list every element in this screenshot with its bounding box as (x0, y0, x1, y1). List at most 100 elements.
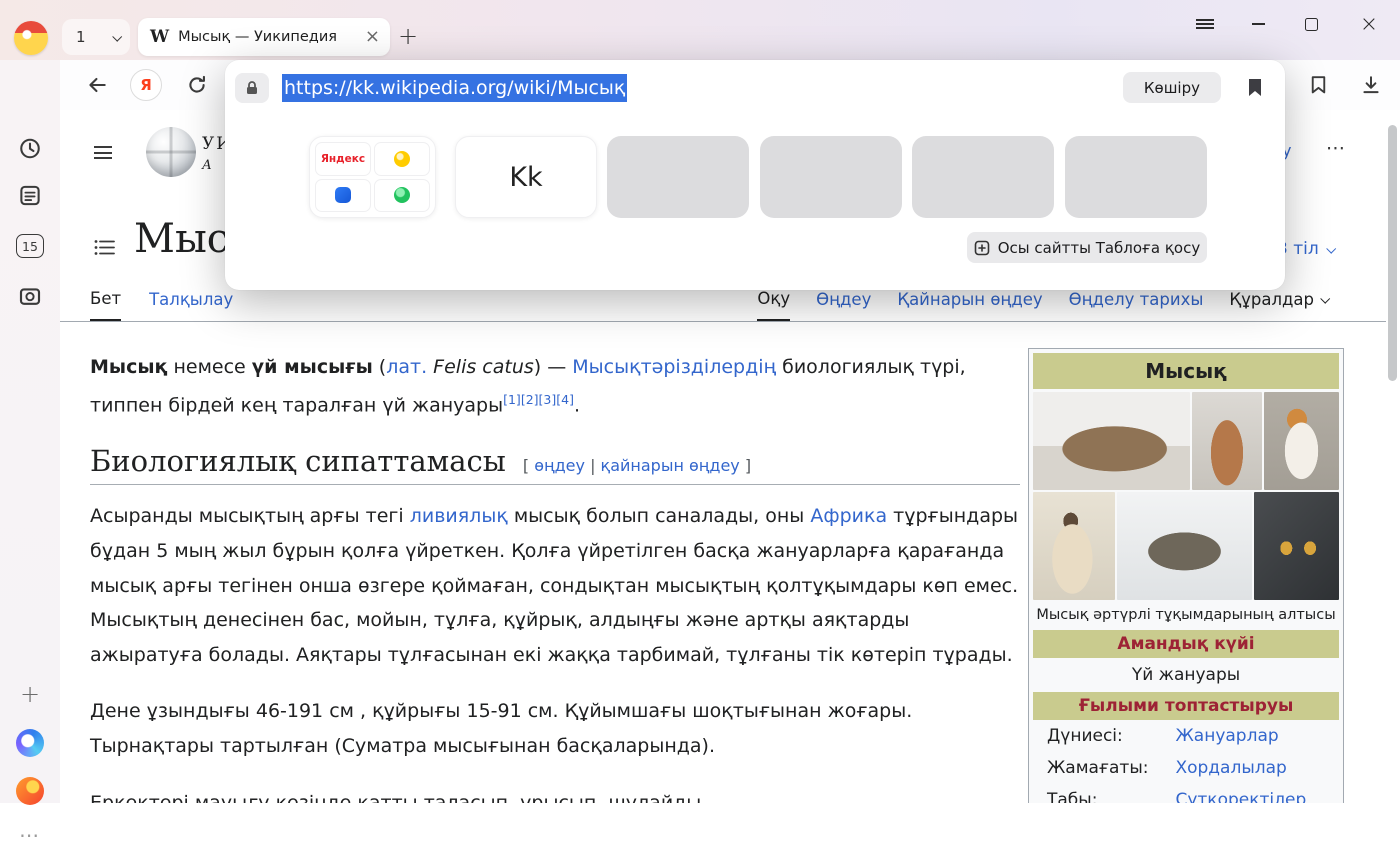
tablo-tile-current-site[interactable]: Kk (455, 136, 597, 218)
tablo-tile-empty[interactable] (1065, 136, 1207, 218)
taxonomy-row: Дүниесі: Жануарлар (1033, 720, 1339, 752)
latin-name: Felis catus (433, 356, 534, 378)
link-kingdom[interactable]: Жануарлар (1175, 726, 1278, 746)
history-icon[interactable] (19, 137, 42, 164)
contents-icon[interactable] (94, 238, 116, 261)
yandex-service-green-icon[interactable] (374, 179, 430, 213)
tab-group-count: 1 (76, 28, 86, 46)
edit-source-link[interactable]: қайнарын өңдеу (601, 456, 740, 475)
tab-counter-badge[interactable]: 15 (16, 234, 44, 258)
profile-avatar[interactable] (14, 21, 48, 55)
collections-icon[interactable] (1308, 74, 1329, 99)
wikipedia-logo[interactable] (146, 127, 196, 177)
chevron-down-icon (112, 31, 122, 41)
body-paragraph: Асыранды мысықтың арғы тегі ливиялық мыс… (90, 499, 1020, 672)
minimize-button[interactable] (1250, 12, 1266, 36)
cat-photo-snow-tabby[interactable] (1117, 492, 1253, 600)
reference-links: [1][2][3][4] (503, 389, 574, 408)
infobox-status-header: Амандық күйі (1033, 630, 1339, 658)
copy-url-button[interactable]: Көшіру (1123, 72, 1221, 103)
taxonomy-row: Табы: Сүтқоректілер (1033, 784, 1339, 803)
close-window-button[interactable]: × (1359, 12, 1379, 36)
link-felidae[interactable]: Мысықтәрізділердің (572, 356, 776, 378)
address-bar-panel: https://kk.wikipedia.org/wiki/Мысық Көші… (225, 60, 1285, 290)
browser-tab[interactable]: W Мысық — Уикипедия × (138, 18, 390, 56)
tab-title: Мысық — Уикипедия (178, 29, 357, 45)
tab-page[interactable]: Бет (90, 278, 121, 321)
wikipedia-tagline: А (202, 158, 212, 173)
lock-icon[interactable] (235, 73, 269, 103)
alice-assistant-icon[interactable] (16, 729, 44, 757)
browser-menu-icon[interactable] (1196, 12, 1214, 36)
section-heading: Биологиялық сипаттамасы (90, 444, 506, 478)
body-paragraph: Дене ұзындығы 46-191 см , құйрығы 15-91 … (90, 694, 1020, 763)
lead-paragraph: Мысық немесе үй мысығы (лат. Felis catus… (90, 350, 1020, 422)
tab-talk[interactable]: Талқылау (149, 278, 233, 321)
squared-plus-icon (974, 240, 990, 256)
yandex-service-blue-icon[interactable] (315, 179, 371, 213)
sidebar-more-icon[interactable]: ⋯ (19, 823, 41, 847)
chevron-down-icon (1326, 243, 1336, 253)
ref-1[interactable]: [1] (503, 392, 521, 407)
screenshot-icon[interactable] (18, 284, 42, 312)
add-to-tablo-button[interactable]: Осы сайтты Таблоға қосу (967, 232, 1207, 263)
bold-term: Мысық (90, 356, 167, 378)
article-body: Мысық немесе үй мысығы (лат. Felis catus… (90, 350, 1020, 803)
taxonomy-row: Жамағаты: Хордалылар (1033, 752, 1339, 784)
ref-4[interactable]: [4] (556, 392, 574, 407)
section-edit-links: [ өңдеу | қайнарын өңдеу ] (523, 456, 751, 475)
chevron-down-icon (1320, 294, 1330, 304)
section-heading-row: Биологиялық сипаттамасы [ өңдеу | қайнар… (90, 444, 1020, 485)
body-paragraph: Еркектері мауығу кезінде қатты таласып, … (90, 786, 1020, 803)
tablo-tile-empty[interactable] (760, 136, 902, 218)
language-selector[interactable]: 3 тіл (1277, 239, 1334, 259)
infobox-status-value: Үй жануары (1033, 658, 1339, 692)
url-row: https://kk.wikipedia.org/wiki/Мысық Көші… (225, 60, 1285, 103)
yandex-search-button[interactable]: Я (130, 69, 162, 101)
bookmark-icon[interactable] (1247, 78, 1263, 97)
link-class[interactable]: Сүтқоректілер (1175, 790, 1306, 803)
new-tab-button[interactable]: + (398, 22, 418, 50)
refresh-icon[interactable] (186, 74, 208, 100)
infobox-title: Мысық (1033, 353, 1339, 389)
tab-bar: 1 W Мысық — Уикипедия × + × (0, 0, 1400, 60)
cat-photo-abyssinian[interactable] (1192, 392, 1261, 490)
edit-link[interactable]: өңдеу (534, 456, 585, 475)
ref-2[interactable]: [2] (521, 392, 539, 407)
back-icon[interactable] (86, 74, 108, 100)
wikipedia-favicon: W (150, 27, 169, 47)
sidebar-add-icon[interactable]: + (20, 680, 40, 708)
tablo-tile-yandex-services[interactable]: Яндекс (309, 136, 436, 218)
downloads-icon[interactable] (1360, 74, 1382, 100)
link-phylum[interactable]: Хордалылар (1175, 758, 1286, 778)
selected-url-text[interactable]: https://kk.wikipedia.org/wiki/Мысық (282, 74, 627, 102)
cat-photo-tabby-lying[interactable] (1033, 392, 1190, 490)
cat-photo-siamese[interactable] (1033, 492, 1115, 600)
address-input[interactable]: https://kk.wikipedia.org/wiki/Мысық (282, 77, 627, 99)
tablo-tile-empty[interactable] (607, 136, 749, 218)
wiki-more-icon[interactable]: ⋯ (1326, 137, 1346, 159)
zen-icon[interactable] (16, 777, 44, 805)
yandex-logo[interactable]: Яндекс (315, 142, 371, 176)
page-scrollbar[interactable] (1388, 120, 1398, 796)
infobox-taxonomy-header: Ғылыми топтастыруы (1033, 692, 1339, 720)
scrollbar-thumb[interactable] (1388, 125, 1397, 381)
wiki-menu-icon[interactable] (94, 143, 112, 163)
link-africa[interactable]: Африка (810, 505, 887, 527)
feed-icon[interactable] (19, 184, 42, 211)
maximize-button[interactable] (1303, 12, 1319, 36)
infobox: Мысық Мысық әртүрлі тұқымдарының алтысы … (1028, 348, 1344, 803)
browser-sidebar: 15 + ⋯ (0, 60, 60, 803)
ref-3[interactable]: [3] (539, 392, 557, 407)
infobox-image-grid (1033, 392, 1339, 600)
cat-photo-white-red[interactable] (1264, 392, 1340, 490)
tab-close-icon[interactable]: × (365, 28, 380, 46)
cat-photo-gray[interactable] (1254, 492, 1339, 600)
bold-term: үй мысығы (252, 356, 373, 378)
tab-group-pill[interactable]: 1 (62, 19, 130, 55)
yandex-service-yellow-icon[interactable] (374, 142, 430, 176)
infobox-caption: Мысық әртүрлі тұқымдарының алтысы (1033, 600, 1339, 630)
link-latin[interactable]: лат. (386, 356, 427, 378)
tablo-tile-empty[interactable] (912, 136, 1054, 218)
link-libyan-cat[interactable]: ливиялық (410, 505, 508, 527)
